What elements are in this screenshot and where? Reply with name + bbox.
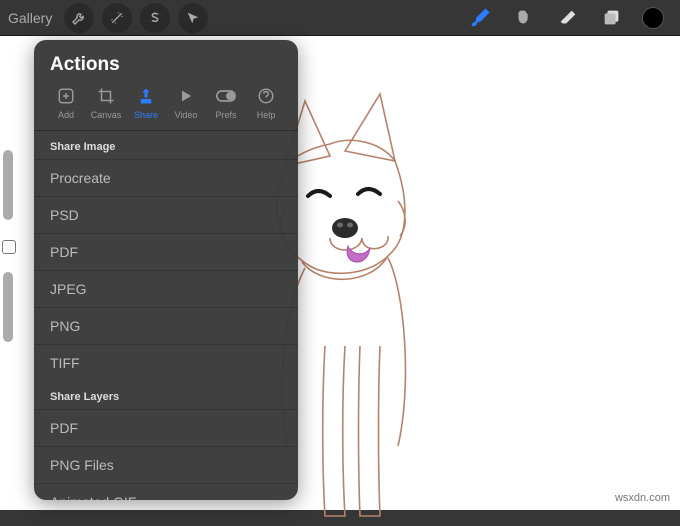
tab-label: Video [175, 110, 198, 120]
toggle-icon [216, 86, 236, 106]
smudge-button[interactable] [512, 6, 536, 30]
transform-button[interactable] [178, 3, 208, 33]
section-header-share-image: Share Image [34, 131, 298, 159]
tab-video[interactable]: Video [166, 86, 206, 120]
color-picker[interactable] [642, 7, 664, 29]
cursor-icon [185, 10, 201, 26]
tab-label: Share [134, 110, 158, 120]
tab-add[interactable]: Add [46, 86, 86, 120]
crop-icon [96, 86, 116, 106]
export-animated-gif[interactable]: Animated GIF [34, 483, 298, 500]
brush-icon [469, 7, 491, 29]
eraser-button[interactable] [556, 6, 580, 30]
layers-button[interactable] [600, 6, 624, 30]
tab-canvas[interactable]: Canvas [86, 86, 126, 120]
side-toggle[interactable] [2, 240, 16, 254]
tab-label: Help [257, 110, 276, 120]
selection-button[interactable] [140, 3, 170, 33]
tab-prefs[interactable]: Prefs [206, 86, 246, 120]
brush-size-slider[interactable] [3, 150, 13, 220]
export-layers-pdf[interactable]: PDF [34, 409, 298, 446]
export-tiff[interactable]: TIFF [34, 344, 298, 381]
opacity-slider[interactable] [3, 272, 13, 342]
top-toolbar: Gallery [0, 0, 680, 36]
wrench-icon [71, 10, 87, 26]
section-header-share-layers: Share Layers [34, 381, 298, 409]
tab-label: Prefs [215, 110, 236, 120]
help-icon [256, 86, 276, 106]
export-procreate[interactable]: Procreate [34, 159, 298, 196]
selection-s-icon [147, 10, 163, 26]
popover-tabs: Add Canvas Share Video Prefs Help [34, 86, 298, 131]
export-layers-png-files[interactable]: PNG Files [34, 446, 298, 483]
export-psd[interactable]: PSD [34, 196, 298, 233]
tab-help[interactable]: Help [246, 86, 286, 120]
wand-icon [109, 10, 125, 26]
share-icon [136, 86, 156, 106]
plus-square-icon [56, 86, 76, 106]
export-png[interactable]: PNG [34, 307, 298, 344]
actions-popover: Actions Add Canvas Share Video Prefs Hel… [34, 40, 298, 500]
eraser-icon [557, 7, 579, 29]
tab-label: Add [58, 110, 74, 120]
watermark: wsxdn.com [615, 492, 670, 504]
smudge-icon [513, 7, 535, 29]
tab-label: Canvas [91, 110, 122, 120]
export-jpeg[interactable]: JPEG [34, 270, 298, 307]
gallery-button[interactable]: Gallery [8, 10, 52, 26]
export-pdf[interactable]: PDF [34, 233, 298, 270]
adjustments-button[interactable] [102, 3, 132, 33]
play-icon [176, 86, 196, 106]
layers-icon [601, 7, 623, 29]
brush-button[interactable] [468, 6, 492, 30]
tab-share[interactable]: Share [126, 86, 166, 120]
popover-title: Actions [34, 40, 298, 86]
actions-button[interactable] [64, 3, 94, 33]
